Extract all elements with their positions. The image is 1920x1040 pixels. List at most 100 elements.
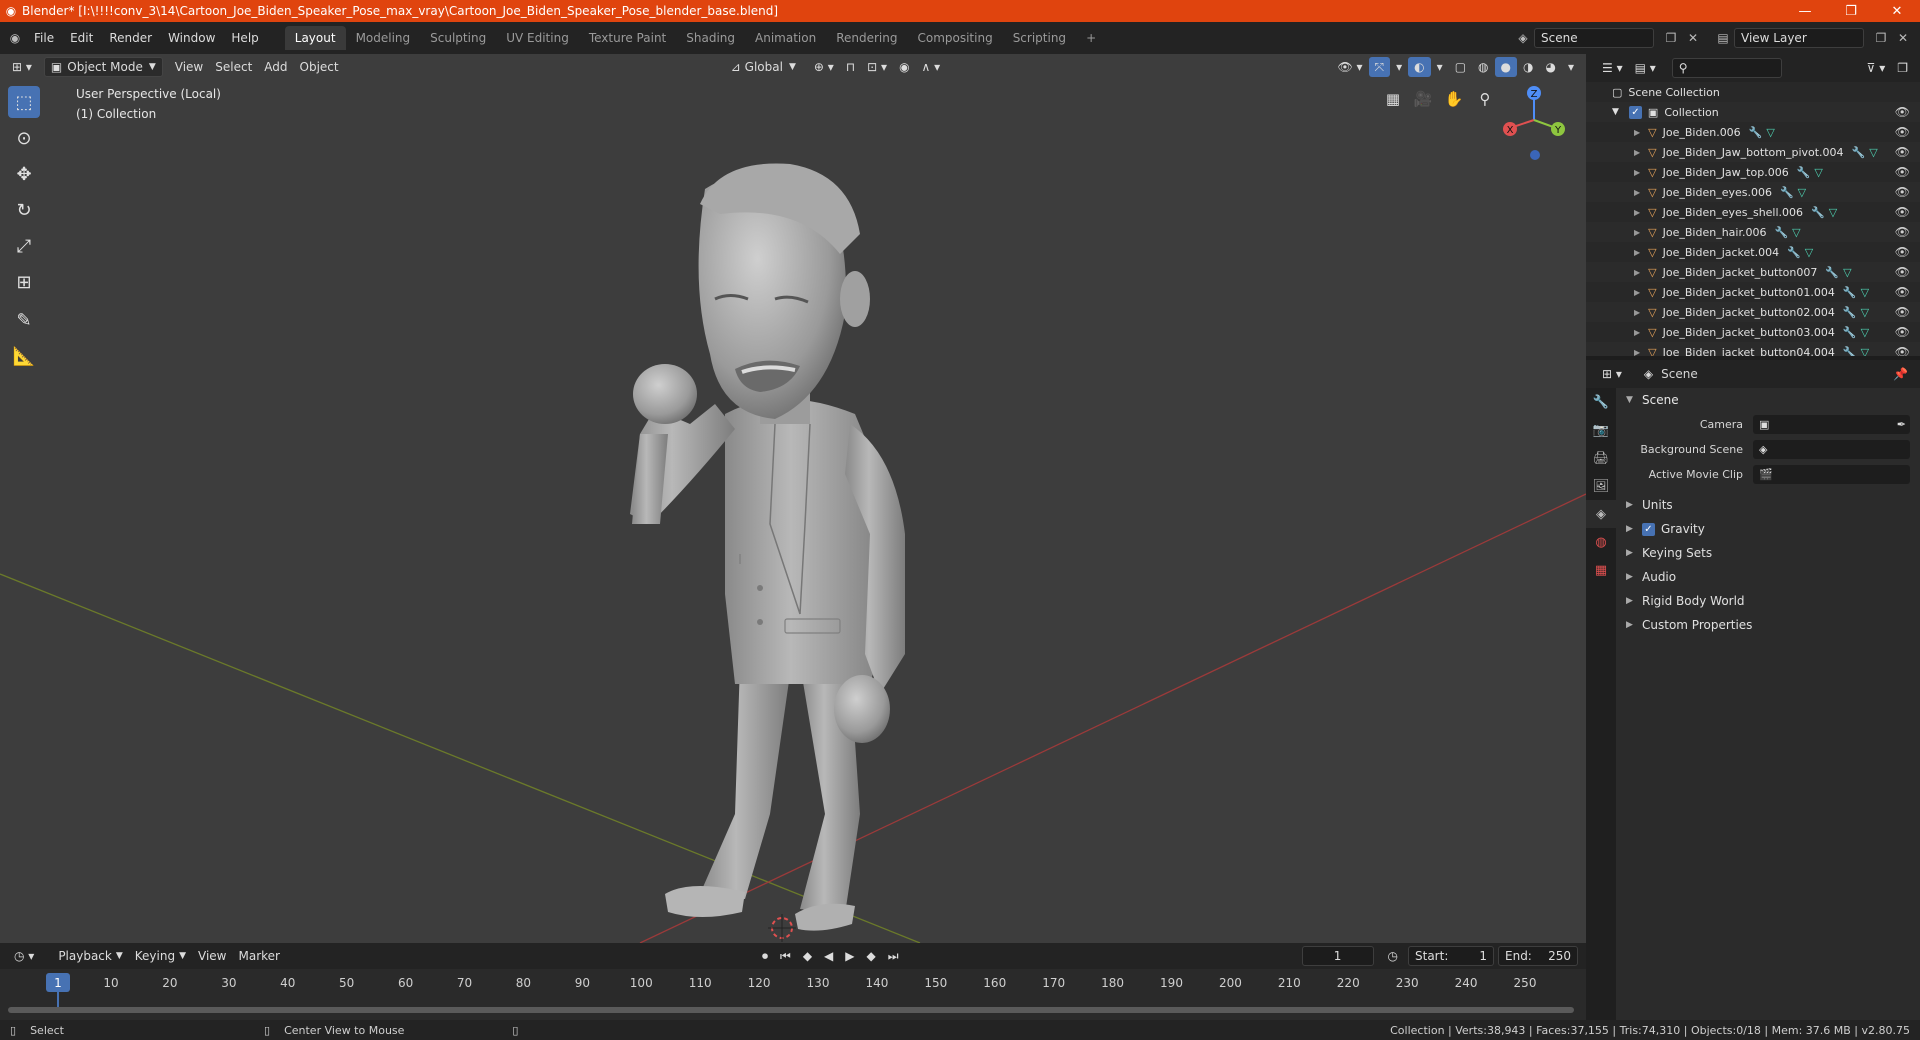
timeline-scrollbar[interactable] [8,1007,1574,1013]
scene-panel-header[interactable]: ▼ Scene [1618,388,1920,412]
close-button[interactable]: ✕ [1874,0,1920,22]
display-mode-button[interactable]: ▤ ▾ [1629,58,1662,78]
modifier-wrench-icon[interactable]: 🔧 [1797,166,1811,179]
world-tab-icon[interactable]: ◍ [1586,528,1616,556]
scene-icon[interactable]: ◈ [1512,27,1534,49]
eye-icon[interactable]: 👁 [1895,205,1910,219]
preview-range-icon[interactable]: ◷ [1382,946,1404,966]
viewport-menu-view[interactable]: View [169,57,209,77]
toggle-grid-icon[interactable]: ▦ [1380,86,1406,112]
mesh-data-icon[interactable]: ▽ [1798,186,1806,199]
eye-icon[interactable]: 👁 [1895,345,1910,356]
mesh-data-icon[interactable]: ▽ [1792,226,1800,239]
mesh-data-icon[interactable]: ▽ [1843,266,1851,279]
modifier-wrench-icon[interactable]: 🔧 [1852,146,1866,159]
zoom-icon[interactable]: ⚲ [1472,86,1498,112]
timeline-menu-playback[interactable]: Playback ▼ [52,946,128,966]
camera-field[interactable]: ▣ ✒ [1753,415,1910,434]
prev-keyframe-icon[interactable]: ◆ [797,946,818,966]
timeline-editor-type-button[interactable]: ◷ ▾ [8,946,40,966]
viewport-menu-object[interactable]: Object [294,57,345,77]
solid-shading-icon[interactable]: ● [1494,57,1517,77]
modifier-wrench-icon[interactable]: 🔧 [1787,246,1801,259]
active-movie-clip-field[interactable]: 🎬 [1753,465,1910,484]
outliner-object-row[interactable]: ▶ ▽ Joe_Biden_Jaw_top.006 🔧 ▽ 👁 [1586,162,1920,182]
record-button-icon[interactable]: ⏺ [756,946,774,966]
cursor-tool-icon[interactable]: ⊙ [8,122,40,154]
disclosure-triangle-icon[interactable]: ▶ [1634,308,1640,317]
rotate-tool-icon[interactable]: ↻ [8,194,40,226]
proportional-falloff-button[interactable]: ∧ ▾ [916,57,947,77]
overlays-dropdown[interactable]: ▾ [1431,57,1449,77]
menu-edit[interactable]: Edit [62,26,101,50]
scale-tool-icon[interactable]: ⤢ [8,230,40,262]
menu-help[interactable]: Help [223,26,266,50]
gizmo-dropdown[interactable]: ▾ [1390,57,1408,77]
modifier-wrench-icon[interactable]: 🔧 [1843,286,1857,299]
navigation-gizmo[interactable]: Z X Y [1500,84,1570,164]
timeline-menu-view[interactable]: View [192,946,232,966]
select-box-tool-icon[interactable]: ⬚ [8,86,40,118]
viewport-menu-select[interactable]: Select [209,57,258,77]
disclosure-triangle-icon[interactable]: ▶ [1634,148,1640,157]
shading-dropdown[interactable]: ▾ [1562,57,1580,77]
start-frame-field[interactable]: Start: 1 [1408,946,1494,966]
outliner-object-row[interactable]: ▶ ▽ Joe_Biden.006 🔧 ▽ 👁 [1586,122,1920,142]
menu-window[interactable]: Window [160,26,223,50]
measure-tool-icon[interactable]: 📐 [8,340,40,372]
menu-file[interactable]: File [26,26,62,50]
tab-sculpting[interactable]: Sculpting [420,26,496,50]
next-keyframe-icon[interactable]: ◆ [861,946,882,966]
proportional-edit-icon[interactable]: ◉ [893,57,915,77]
collection-row[interactable]: ▼ ✓ ▣ Collection 👁 [1586,102,1920,122]
render-tab-icon[interactable]: 📷 [1586,416,1616,444]
mesh-data-icon[interactable]: ▽ [1861,286,1869,299]
jump-end-icon[interactable]: ⏭ [882,946,905,966]
modifier-wrench-icon[interactable]: 🔧 [1811,206,1825,219]
eye-icon[interactable]: 👁 [1895,145,1910,159]
scene-selector[interactable]: Scene [1534,28,1654,48]
disclosure-triangle-icon[interactable]: ▶ [1634,328,1640,337]
eyedropper-icon[interactable]: ✒ [1897,418,1906,431]
tab-scripting[interactable]: Scripting [1003,26,1076,50]
menu-render[interactable]: Render [101,26,160,50]
tab-texture-paint[interactable]: Texture Paint [579,26,676,50]
keying-sets-panel-header[interactable]: ▶ Keying Sets [1618,541,1920,565]
outliner-object-row[interactable]: ▶ ▽ Joe_Biden_eyes.006 🔧 ▽ 👁 [1586,182,1920,202]
character-model[interactable] [630,163,905,931]
play-icon[interactable]: ▶ [839,946,860,966]
modifier-wrench-icon[interactable]: 🔧 [1825,266,1839,279]
jump-start-icon[interactable]: ⏮ [774,946,797,966]
gizmo-toggle-icon[interactable]: ⤧ [1368,57,1391,77]
outliner-object-row[interactable]: ▶ ▽ Joe_Biden_hair.006 🔧 ▽ 👁 [1586,222,1920,242]
modifier-wrench-icon[interactable]: 🔧 [1749,126,1763,139]
delete-view-layer-icon[interactable]: ✕ [1892,27,1914,49]
outliner-object-row[interactable]: ▶ ▽ Joe_Biden_Jaw_bottom_pivot.004 🔧 ▽ 👁 [1586,142,1920,162]
eye-icon[interactable]: 👁 [1895,105,1910,119]
units-panel-header[interactable]: ▶ Units [1618,493,1920,517]
mesh-data-icon[interactable]: ▽ [1861,346,1869,357]
disclosure-triangle-icon[interactable]: ▶ [1634,228,1640,237]
modifier-wrench-icon[interactable]: 🔧 [1843,346,1857,357]
outliner-object-row[interactable]: ▶ ▽ Joe_Biden_jacket_button02.004 🔧 ▽ 👁 [1586,302,1920,322]
editor-type-button[interactable]: ⊞ ▾ [6,57,38,77]
tab-shading[interactable]: Shading [676,26,745,50]
end-frame-field[interactable]: End: 250 [1498,946,1578,966]
modifier-wrench-icon[interactable]: 🔧 [1774,226,1788,239]
mesh-data-icon[interactable]: ▽ [1869,146,1877,159]
properties-editor-type-button[interactable]: ⊞ ▾ [1596,364,1628,384]
eye-icon[interactable]: 👁 [1895,225,1910,239]
eye-icon[interactable]: 👁 [1895,305,1910,319]
outliner-object-row[interactable]: ▶ ▽ Joe_Biden_jacket_button01.004 🔧 ▽ 👁 [1586,282,1920,302]
texture-tab-icon[interactable]: ▦ [1586,556,1616,584]
pin-icon[interactable]: 📌 [1887,364,1914,384]
background-scene-field[interactable]: ◈ [1753,440,1910,459]
scene-tab-icon[interactable]: ◈ [1586,500,1616,528]
delete-scene-icon[interactable]: ✕ [1682,27,1704,49]
current-frame-field[interactable]: 1 [1301,946,1374,966]
disclosure-triangle-icon[interactable]: ▶ [1634,268,1640,277]
maximize-button[interactable]: ❐ [1828,0,1874,22]
outliner-object-row[interactable]: ▶ ▽ Joe_Biden_jacket.004 🔧 ▽ 👁 [1586,242,1920,262]
material-shading-icon[interactable]: ◑ [1517,57,1539,77]
outliner-object-row[interactable]: ▶ ▽ Joe_Biden_jacket_button007 🔧 ▽ 👁 [1586,262,1920,282]
